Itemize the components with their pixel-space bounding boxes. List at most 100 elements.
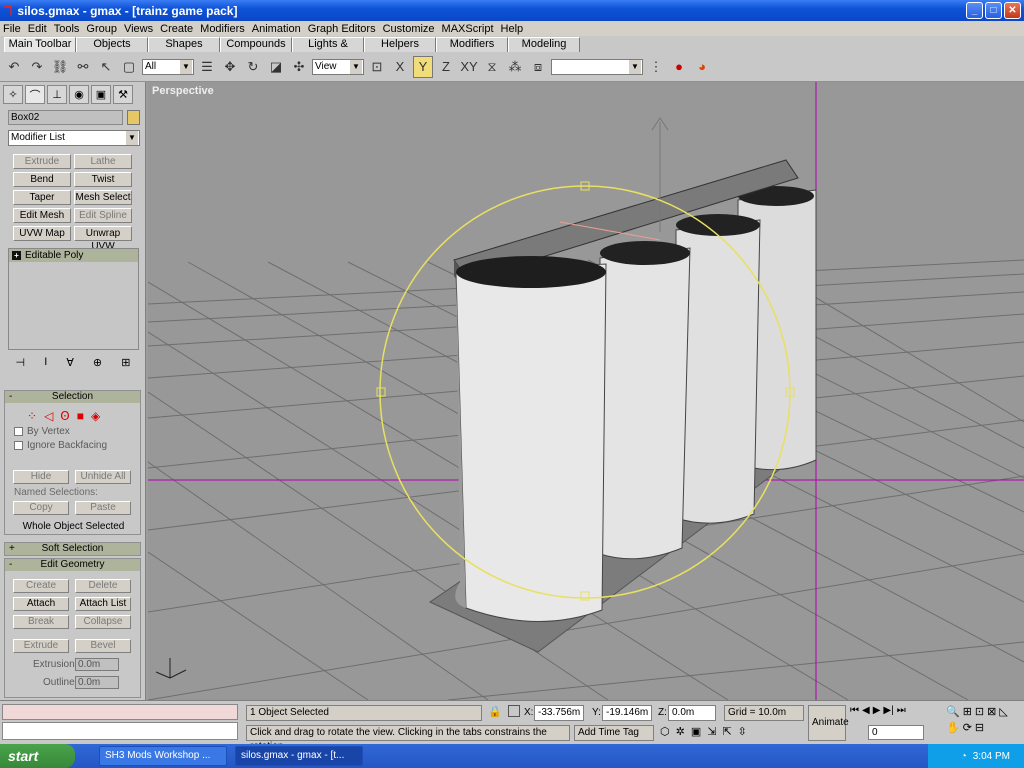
create-button[interactable]: Create <box>13 579 69 593</box>
unwrap-uvw-modifier-button[interactable]: Unwrap UVW <box>74 226 132 252</box>
start-button[interactable]: start <box>0 744 75 768</box>
key-mode-icon[interactable]: ⇱ <box>722 725 731 738</box>
x-coordinate-field[interactable]: -33.756m <box>534 705 584 721</box>
menu-modifiers[interactable]: Modifiers <box>200 23 245 35</box>
display-tab-icon[interactable]: ▣ <box>91 85 111 104</box>
menu-graph-editors[interactable]: Graph Editors <box>308 23 376 35</box>
redo-icon[interactable]: ↷ <box>27 56 47 78</box>
extrude-modifier-button[interactable]: Extrude <box>13 154 71 169</box>
delete-button[interactable]: Delete <box>75 579 131 593</box>
tab-objects[interactable]: Objects <box>76 37 148 52</box>
utilities-tab-icon[interactable]: ⚒ <box>113 85 133 104</box>
material-editor-icon[interactable]: ◕ <box>692 56 712 78</box>
border-level-icon[interactable]: Ꙩ <box>60 409 69 423</box>
maxscript-listener[interactable] <box>2 704 238 720</box>
array-icon[interactable]: ⁂ <box>505 56 525 78</box>
current-frame-field[interactable]: 0 <box>868 725 924 740</box>
menu-animation[interactable]: Animation <box>252 23 301 35</box>
outline-spinner[interactable]: 0.0m <box>75 676 119 689</box>
bevel-button[interactable]: Bevel <box>75 639 131 653</box>
render-icon[interactable]: ● <box>669 56 689 78</box>
fov-icon[interactable]: ◺ <box>999 705 1007 718</box>
axis-y-icon[interactable]: Y <box>413 55 433 78</box>
axis-x-icon[interactable]: X <box>390 56 410 78</box>
stack-item[interactable]: + Editable Poly <box>9 249 138 262</box>
tab-shapes[interactable]: Shapes <box>148 37 220 52</box>
play-icon[interactable]: ▶ <box>873 705 881 716</box>
viewport-scene[interactable] <box>148 82 1024 700</box>
close-button[interactable]: ✕ <box>1004 2 1021 19</box>
menu-maxscript[interactable]: MAXScript <box>442 23 494 35</box>
unlink-icon[interactable]: ⚯ <box>73 56 93 78</box>
next-frame-icon[interactable]: ▶| <box>883 705 893 716</box>
create-tab-icon[interactable]: ✧ <box>3 85 23 104</box>
percent-snap-icon[interactable]: ▣ <box>691 725 701 738</box>
tab-modifiers[interactable]: Modifiers <box>436 37 508 52</box>
gizmo-handle-left[interactable] <box>376 387 386 397</box>
extrusion-spinner[interactable]: 0.0m <box>75 658 119 671</box>
select-arrow-icon[interactable]: ↖ <box>96 56 116 78</box>
attach-list-button[interactable]: Attach List <box>75 597 131 611</box>
hide-button[interactable]: Hide <box>13 470 69 484</box>
scale-icon[interactable]: ◪ <box>266 56 286 78</box>
hierarchy-tab-icon[interactable]: ⊥ <box>47 85 67 104</box>
tab-compounds[interactable]: Compounds <box>220 37 292 52</box>
configure-sets-icon[interactable]: ⊞ <box>121 356 130 374</box>
maxscript-input[interactable] <box>2 722 238 740</box>
axis-z-icon[interactable]: Z <box>436 56 456 78</box>
edit-mesh-modifier-button[interactable]: Edit Mesh <box>13 208 71 223</box>
polygon-level-icon[interactable]: ■ <box>77 409 84 423</box>
region-select-icon[interactable]: ▢ <box>119 56 139 78</box>
by-vertex-checkbox[interactable]: By Vertex <box>14 426 140 437</box>
zoom-extents-all-icon[interactable]: ⊠ <box>987 705 996 718</box>
remove-modifier-icon[interactable]: ⊕ <box>93 356 102 374</box>
viewport-label[interactable]: Perspective <box>152 85 214 97</box>
menu-tools[interactable]: Tools <box>54 23 80 35</box>
zoom-all-icon[interactable]: ⊞ <box>963 705 972 718</box>
modifier-stack[interactable]: + Editable Poly <box>8 248 139 350</box>
go-to-end-icon[interactable]: ⏭ <box>897 705 906 716</box>
named-selection-dropdown[interactable] <box>551 58 643 75</box>
spinner-snap-icon[interactable]: ⇲ <box>707 725 716 738</box>
selection-rollout-header[interactable]: - Selection <box>5 391 140 403</box>
angle-snap-icon[interactable]: ✲ <box>676 725 685 738</box>
pin-stack-icon[interactable]: ⊣ <box>16 356 26 374</box>
perspective-viewport[interactable]: Perspective <box>148 82 1024 700</box>
tray-icon[interactable]: ◔ <box>961 751 967 762</box>
edit-spline-modifier-button[interactable]: Edit Spline <box>74 208 132 223</box>
menu-group[interactable]: Group <box>86 23 117 35</box>
y-coordinate-field[interactable]: -19.146m <box>602 705 652 721</box>
expand-icon[interactable]: + <box>12 251 21 260</box>
vertex-level-icon[interactable]: ⁘ <box>27 409 37 423</box>
zoom-extents-icon[interactable]: ⊡ <box>975 705 984 718</box>
select-by-name-icon[interactable]: ☰ <box>197 56 217 78</box>
tab-main-toolbar[interactable]: Main Toolbar <box>4 37 76 52</box>
snap-icon[interactable]: ⋮ <box>646 56 666 78</box>
arc-rotate-icon[interactable]: ⟳ <box>963 721 972 734</box>
lathe-modifier-button[interactable]: Lathe <box>74 154 132 169</box>
animate-button[interactable]: Animate <box>808 705 849 741</box>
minimize-button[interactable]: _ <box>966 2 983 19</box>
unhide-all-button[interactable]: Unhide All <box>75 470 131 484</box>
z-coordinate-field[interactable]: 0.0m <box>668 705 716 721</box>
move-icon[interactable]: ✥ <box>220 56 240 78</box>
menu-customize[interactable]: Customize <box>383 23 435 35</box>
go-to-start-icon[interactable]: ⏮ <box>850 705 859 716</box>
mesh-select-modifier-button[interactable]: Mesh Select <box>74 190 132 205</box>
object-color-swatch[interactable] <box>127 110 140 125</box>
maximize-button[interactable]: □ <box>985 2 1002 19</box>
modify-tab-icon[interactable]: ⌒ <box>25 85 45 104</box>
pivot-icon[interactable]: ✣ <box>289 56 309 78</box>
ignore-backfacing-checkbox[interactable]: Ignore Backfacing <box>14 440 140 451</box>
uvw-map-modifier-button[interactable]: UVW Map <box>13 226 71 241</box>
modifier-list-dropdown[interactable]: Modifier List <box>8 130 140 146</box>
previous-frame-icon[interactable]: ◀ <box>862 705 870 716</box>
reference-coord-dropdown[interactable]: View <box>312 58 364 75</box>
show-end-result-icon[interactable]: Ι <box>44 356 47 374</box>
menu-edit[interactable]: Edit <box>28 23 47 35</box>
tab-modeling[interactable]: Modeling <box>508 37 580 52</box>
extrude-button[interactable]: Extrude <box>13 639 69 653</box>
make-unique-icon[interactable]: ∀ <box>66 356 74 374</box>
absolute-mode-icon[interactable] <box>508 705 520 717</box>
attach-button[interactable]: Attach <box>13 597 69 611</box>
